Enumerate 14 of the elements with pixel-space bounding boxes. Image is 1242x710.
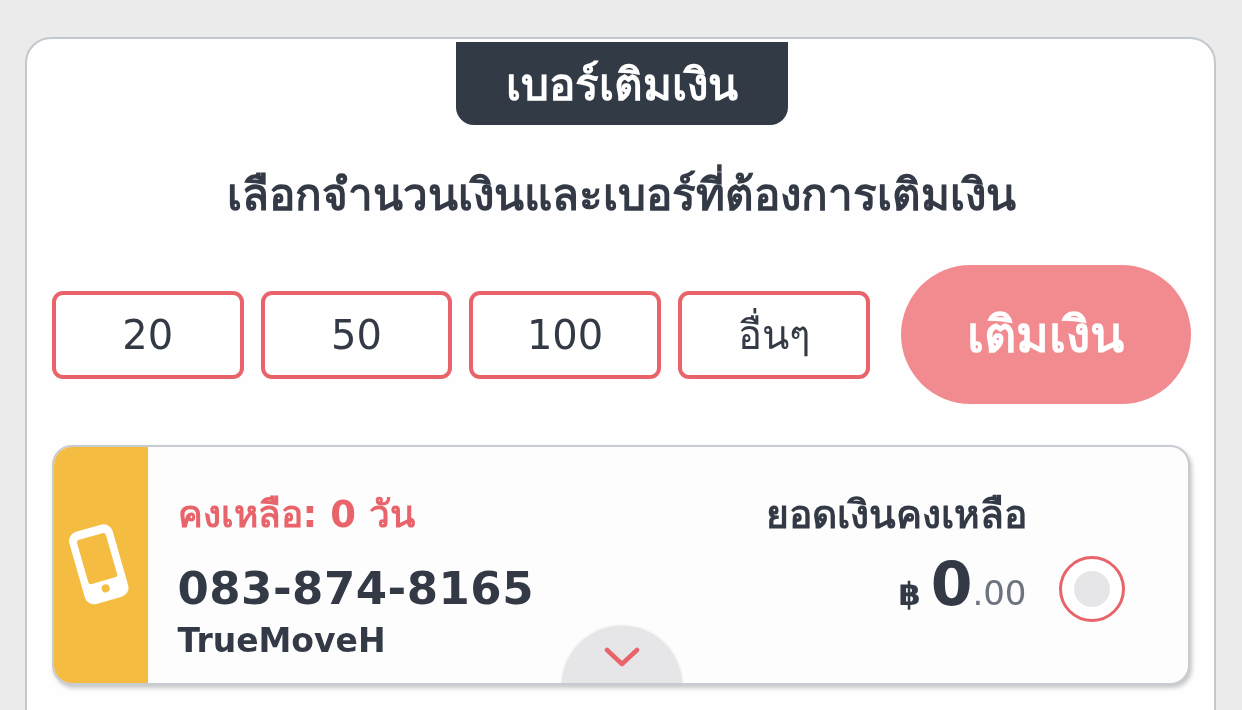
amount-option[interactable]: อื่นๆ: [677, 290, 870, 379]
days-left-text: คงเหลือ: 0 วัน: [177, 493, 415, 537]
amount-option[interactable]: 20: [52, 290, 244, 379]
currency-symbol: ฿: [898, 575, 921, 613]
amount-option[interactable]: 50: [260, 290, 453, 379]
section-header: เบอร์เติมเงิน: [455, 42, 788, 125]
balance-label: ยอดเงินคงเหลือ: [765, 493, 1027, 537]
phone-number: 083-874-8165: [177, 561, 534, 617]
phone-account-card[interactable]: คงเหลือ: 0 วัน 083-874-8165 TrueMoveH ยอดเงินคงเหลือ ฿ 0.00: [51, 445, 1190, 685]
balance-whole: 0: [930, 551, 973, 617]
balance-decimal: .00: [972, 573, 1027, 613]
chevron-down-icon: [603, 647, 640, 667]
amount-option[interactable]: 100: [469, 290, 661, 379]
carrier-name: TrueMoveH: [177, 620, 386, 662]
